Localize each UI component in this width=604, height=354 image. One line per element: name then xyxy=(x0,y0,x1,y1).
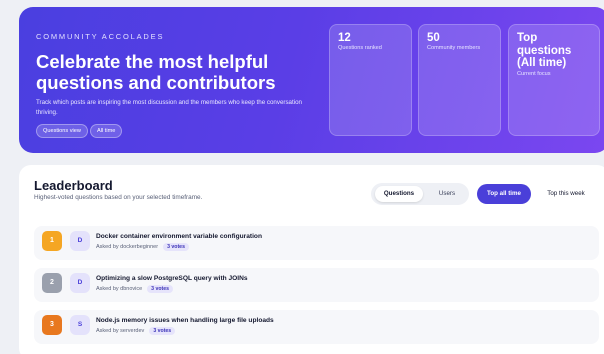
leaderboard-row[interactable]: 2 D Optimizing a slow PostgreSQL query w… xyxy=(34,268,599,302)
questions-toggle-button[interactable]: Questions xyxy=(375,186,423,202)
question-meta: Asked by dockerbeginner 3 votes xyxy=(96,243,189,252)
question-title[interactable]: Docker container environment variable co… xyxy=(96,233,262,240)
hero-eyebrow: COMMUNITY ACCOLADES xyxy=(36,32,165,41)
leaderboard-title: Leaderboard xyxy=(34,178,113,193)
question-title[interactable]: Node.js memory issues when handling larg… xyxy=(96,317,274,324)
avatar: D xyxy=(70,273,90,293)
stat-value: 50 xyxy=(427,32,440,44)
leaderboard-subtitle: Highest-voted questions based on your se… xyxy=(34,194,203,201)
top-all-time-button[interactable]: Top all time xyxy=(477,184,531,204)
leaderboard-row[interactable]: 3 S Node.js memory issues when handling … xyxy=(34,310,599,344)
stat-label: Questions ranked xyxy=(338,45,382,51)
stat-label: Community members xyxy=(427,45,481,51)
question-meta: Asked by dbnovice 3 votes xyxy=(96,285,174,294)
users-toggle-button[interactable]: Users xyxy=(429,186,465,202)
stat-value: Top questions (All time) xyxy=(517,32,572,69)
question-title[interactable]: Optimizing a slow PostgreSQL query with … xyxy=(96,275,248,282)
question-meta: Asked by serverdev 3 votes xyxy=(96,327,176,336)
asked-by: Asked by dockerbeginner xyxy=(96,244,159,250)
all-time-chip[interactable]: All time xyxy=(90,124,123,138)
rank-badge: 3 xyxy=(42,315,62,335)
asked-by: Asked by dbnovice xyxy=(96,286,143,292)
avatar: S xyxy=(70,315,90,335)
hero-title: Celebrate the most helpful questions and… xyxy=(36,51,276,93)
asked-by: Asked by serverdev xyxy=(96,328,145,334)
leaderboard-row[interactable]: 1 D Docker container environment variabl… xyxy=(34,226,599,260)
votes-badge: 3 votes xyxy=(163,243,189,251)
avatar: D xyxy=(70,231,90,251)
community-accolades-hero: COMMUNITY ACCOLADES Celebrate the most h… xyxy=(19,7,604,153)
stat-label: Current focus xyxy=(517,70,551,77)
rank-badge: 2 xyxy=(42,273,62,293)
stat-value: 12 xyxy=(338,32,351,44)
view-toggle: Questions Users xyxy=(371,183,469,205)
questions-view-chip[interactable]: Questions view xyxy=(36,124,88,138)
votes-badge: 3 votes xyxy=(149,327,176,335)
stat-community-members: 50 Community members xyxy=(418,24,501,136)
leaderboard-panel: Leaderboard Highest-voted questions base… xyxy=(19,165,604,354)
hero-description: Track which posts are inspiring the most… xyxy=(36,99,302,116)
stat-current-focus: Top questions (All time) Current focus xyxy=(508,24,600,136)
stat-questions-ranked: 12 Questions ranked xyxy=(329,24,412,136)
rank-badge: 1 xyxy=(42,231,62,251)
votes-badge: 3 votes xyxy=(147,285,174,293)
top-this-week-button[interactable]: Top this week xyxy=(537,184,595,204)
